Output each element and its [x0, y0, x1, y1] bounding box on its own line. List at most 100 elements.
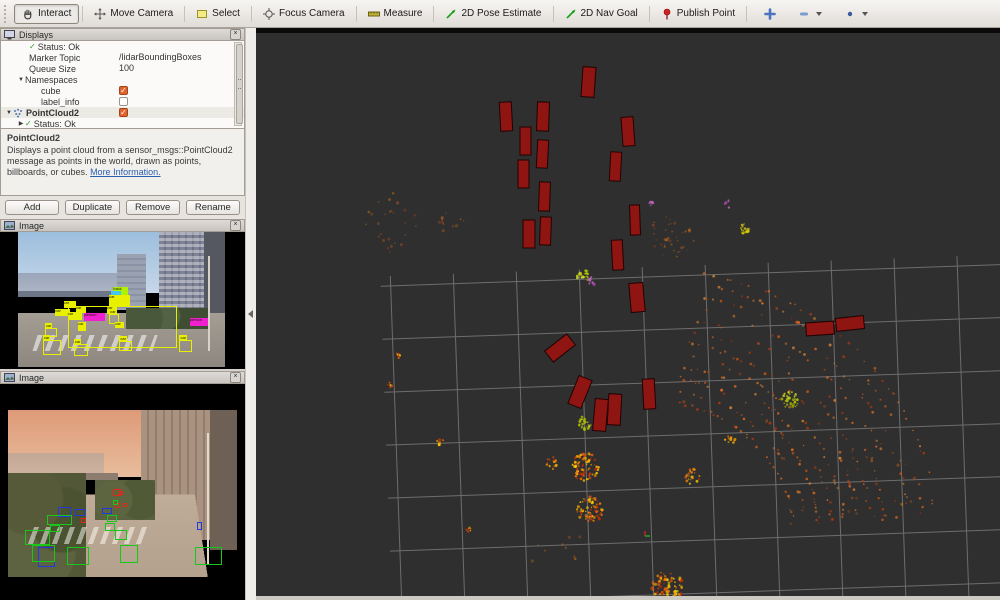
- detection-label: car: [114, 321, 122, 326]
- detection-box: car: [119, 341, 131, 350]
- lidar-bounding-box: [518, 160, 529, 188]
- lidar-bounding-box: [520, 127, 531, 155]
- lidar-bounding-box: [642, 379, 656, 410]
- displays-panel-title: Displays: [19, 30, 226, 40]
- green-arrow-icon: [565, 8, 577, 20]
- tree-label: Status: Ok: [34, 119, 76, 129]
- photo2-pole: [207, 433, 209, 563]
- detection-box: car: [43, 340, 62, 355]
- lidar-bounding-box: [523, 220, 535, 248]
- plus-icon: [764, 8, 776, 20]
- pin-icon: [661, 8, 673, 20]
- axis-marker: [645, 531, 650, 536]
- toolbar-separator: [251, 6, 252, 22]
- dot-icon: [844, 8, 856, 20]
- toolbar: Interact Move Camera Select Focus Camera Mea…: [0, 0, 1000, 28]
- tool-properties-button[interactable]: [836, 4, 876, 24]
- tree-scrollbar[interactable]: [234, 42, 242, 126]
- displays-panel-header[interactable]: Displays ×: [0, 28, 245, 41]
- collapse-arrow-icon[interactable]: [248, 310, 253, 318]
- tree-value[interactable]: 100: [119, 63, 134, 74]
- photo1-pole: [208, 256, 210, 351]
- checkbox-checked[interactable]: ✓: [119, 86, 128, 95]
- detection-box: [120, 545, 138, 563]
- toolbar-grip[interactable]: [4, 5, 10, 23]
- duplicate-button[interactable]: Duplicate: [65, 200, 119, 215]
- panel-splitter[interactable]: [245, 28, 256, 600]
- displays-tree[interactable]: ✓Status: OkMarker Topic/lidarBoundingBox…: [0, 41, 245, 128]
- hand-icon: [22, 8, 34, 20]
- detection-box: [47, 515, 72, 525]
- tree-row-label-info[interactable]: label_info: [1, 96, 244, 107]
- tool-select[interactable]: Select: [188, 4, 248, 24]
- lidar-bounding-box: [611, 240, 624, 271]
- tool-nav-goal[interactable]: 2D Nav Goal: [557, 4, 646, 24]
- tool-move-camera[interactable]: Move Camera: [86, 4, 181, 24]
- detection-box: car: [74, 344, 88, 356]
- render-3d-view[interactable]: [256, 28, 1000, 600]
- tree-row-status-ok[interactable]: ▶✓Status: Ok: [1, 118, 244, 128]
- more-information-link[interactable]: More Information.: [90, 167, 161, 177]
- photo2-median-trees: [95, 480, 155, 520]
- tool-publish-point[interactable]: Publish Point: [653, 4, 743, 24]
- image1-panel-header[interactable]: Image ×: [0, 219, 245, 232]
- detection-label: car: [67, 311, 75, 316]
- chevron-right-icon: ▶: [17, 120, 25, 127]
- tree-label: Namespaces: [25, 75, 78, 85]
- tool-interact[interactable]: Interact: [14, 4, 79, 24]
- toolbar-separator: [356, 6, 357, 22]
- tree-row-pointcloud2[interactable]: ▼PointCloud2✓: [1, 107, 244, 118]
- tree-row-cube[interactable]: cube✓: [1, 85, 244, 96]
- image2-panel-header[interactable]: Image ×: [0, 371, 245, 384]
- status-ok-icon: ✓: [29, 42, 36, 51]
- tool-focus-camera[interactable]: Focus Camera: [255, 4, 353, 24]
- toolbar-separator: [649, 6, 650, 22]
- caret-down-icon[interactable]: [862, 12, 868, 16]
- image2-close-icon[interactable]: ×: [230, 372, 241, 383]
- tool-measure[interactable]: Measure: [360, 4, 431, 24]
- rviz-window: Interact Move Camera Select Focus Camera Mea…: [0, 0, 1000, 600]
- lidar-bounding-box: [540, 217, 552, 245]
- lidar-bounding-box: [536, 140, 548, 169]
- lidar-bounding-box: [609, 152, 622, 182]
- rename-button[interactable]: Rename: [186, 200, 240, 215]
- tree-row-queue-size[interactable]: Queue Size100: [1, 63, 244, 74]
- tree-row-marker-topic[interactable]: Marker Topic/lidarBoundingBoxes: [1, 52, 244, 63]
- tree-row-status-ok[interactable]: ✓Status: Ok: [1, 41, 244, 52]
- image1-panel: backcarcarcarcarcarpersoncarcarcarcarcar…: [0, 232, 245, 369]
- tool-label: Move Camera: [110, 8, 173, 19]
- detection-box: person: [190, 318, 209, 326]
- caret-down-icon[interactable]: [816, 12, 822, 16]
- toolbar-separator: [433, 6, 434, 22]
- lidar-bounding-box: [621, 117, 635, 147]
- add-button[interactable]: Add: [5, 200, 59, 215]
- lidar-bounding-box: [568, 375, 592, 408]
- lidar-bounding-box: [538, 182, 550, 211]
- image1-close-icon[interactable]: ×: [230, 220, 241, 231]
- detection-label: car: [75, 305, 83, 310]
- minus-icon: [798, 8, 810, 20]
- toolbar-separator: [553, 6, 554, 22]
- detection-box: [107, 515, 117, 522]
- detection-box: [81, 518, 86, 523]
- detection-label: car: [109, 309, 117, 314]
- select-icon: [196, 8, 208, 20]
- displays-icon: [4, 29, 15, 40]
- detection-box: car: [179, 340, 191, 352]
- tree-row-namespaces[interactable]: ▼Namespaces: [1, 74, 244, 85]
- move-icon: [94, 8, 106, 20]
- checkbox-unchecked[interactable]: [119, 97, 128, 106]
- detection-label: car: [45, 323, 53, 328]
- checkbox-checked[interactable]: ✓: [119, 108, 128, 117]
- tool-label: Interact: [38, 8, 71, 19]
- remove-button[interactable]: Remove: [126, 200, 180, 215]
- tree-value[interactable]: /lidarBoundingBoxes: [119, 52, 202, 63]
- lidar-bounding-box: [536, 102, 549, 131]
- remove-tool-button[interactable]: [790, 4, 830, 24]
- displays-close-icon[interactable]: ×: [230, 29, 241, 40]
- add-tool-button[interactable]: [756, 4, 784, 24]
- toolbar-extras: [756, 4, 876, 24]
- detection-label: car: [179, 335, 187, 340]
- image2-panel: [0, 384, 245, 600]
- tool-pose-estimate[interactable]: 2D Pose Estimate: [437, 4, 549, 24]
